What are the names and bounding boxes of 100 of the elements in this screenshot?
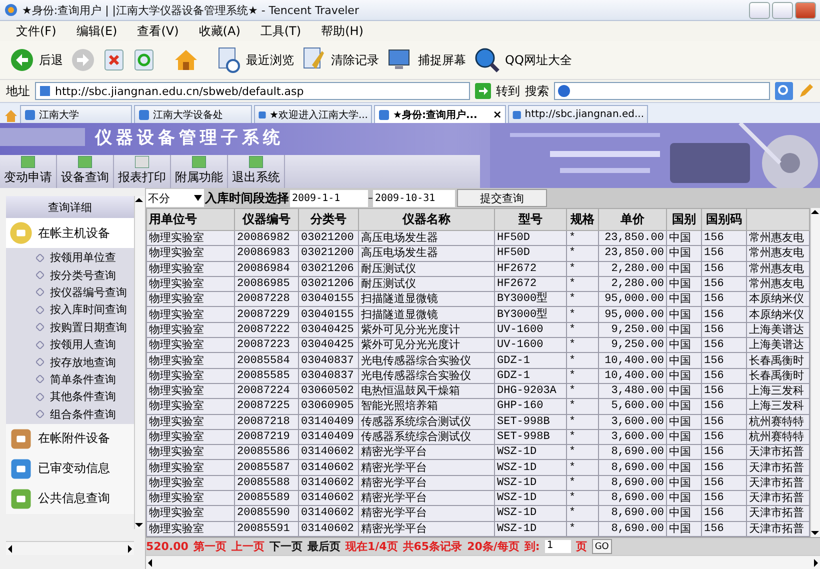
table-cell: 20087228 bbox=[234, 292, 298, 307]
home-icon[interactable] bbox=[4, 109, 18, 123]
table-cell: 物理实验室 bbox=[146, 230, 234, 246]
table-cell: 20085587 bbox=[234, 460, 298, 476]
browser-tab[interactable]: 江南大学设备处 bbox=[134, 105, 252, 123]
table-cell: 8,690.00 bbox=[598, 490, 666, 506]
address-label: 地址 bbox=[6, 82, 30, 100]
browser-tab[interactable]: ★身份:查询用户... × bbox=[374, 105, 506, 123]
browser-tab[interactable]: ★欢迎进入江南大学... bbox=[254, 105, 372, 123]
sidebar-group[interactable]: 在帐主机设备 bbox=[6, 218, 134, 248]
menu-item[interactable]: 编辑(E) bbox=[68, 22, 126, 40]
table-cell: WSZ-1D bbox=[494, 490, 566, 506]
table-cell: 9,250.00 bbox=[598, 338, 666, 353]
table-cell: 9,250.00 bbox=[598, 322, 666, 338]
sidebar-item[interactable]: 按存放地查询 bbox=[6, 353, 134, 371]
sidebar-item[interactable]: 组合条件查询 bbox=[6, 406, 134, 423]
toolbar-button[interactable]: 清除记录 bbox=[302, 47, 379, 73]
table-cell: 10,400.00 bbox=[598, 368, 666, 384]
search-icon[interactable] bbox=[775, 82, 793, 100]
table-cell: * bbox=[566, 521, 598, 536]
pager-text: 上一页 bbox=[231, 539, 264, 554]
pencil-icon[interactable] bbox=[798, 83, 814, 99]
toolbar-button[interactable] bbox=[173, 48, 199, 72]
table-cell: 天津市拓普 bbox=[746, 506, 810, 522]
sidebar-item[interactable]: 按领用人查询 bbox=[6, 336, 134, 354]
menu-item[interactable]: 帮助(H) bbox=[313, 22, 372, 40]
diamond-icon bbox=[36, 323, 44, 332]
table-cell: 杭州赛特特 bbox=[746, 429, 810, 445]
table-cell: 156 bbox=[702, 414, 746, 430]
table-cell: 03040425 bbox=[298, 322, 358, 338]
toolbar-button[interactable]: 捕捉屏幕 bbox=[387, 48, 466, 72]
vertical-scrollbar[interactable] bbox=[134, 196, 145, 529]
toolbar-button[interactable] bbox=[133, 48, 155, 72]
table-cell: * bbox=[566, 368, 598, 384]
table-cell: 8,690.00 bbox=[598, 475, 666, 491]
sidebar-item[interactable]: 按仪器编号查询 bbox=[6, 284, 134, 302]
horizontal-scrollbar[interactable] bbox=[146, 555, 820, 569]
close-button[interactable] bbox=[795, 2, 816, 18]
toolbar-button[interactable] bbox=[103, 48, 125, 72]
table-cell: * bbox=[566, 490, 598, 506]
search-engine-icon bbox=[557, 84, 571, 98]
sidebar-item[interactable]: 其他条件查询 bbox=[6, 388, 134, 406]
tab-close-button[interactable]: × bbox=[492, 108, 502, 121]
category-select[interactable]: 不分 bbox=[146, 189, 204, 207]
page-input[interactable]: 1 bbox=[544, 540, 571, 553]
toolbar-button[interactable]: QQ网址大全 bbox=[474, 47, 572, 73]
down-arrow-icon bbox=[135, 521, 143, 529]
end-date-field[interactable]: 2009-10-31 bbox=[373, 190, 455, 206]
document-icon bbox=[192, 156, 206, 168]
pager-text: 页 bbox=[576, 539, 587, 554]
menu-item[interactable]: 文件(F) bbox=[8, 22, 64, 40]
table-cell: * bbox=[566, 322, 598, 338]
address-field[interactable]: http://sbc.jiangnan.edu.cn/sbweb/default.asp bbox=[35, 82, 470, 100]
table-cell: 精密光学平台 bbox=[358, 444, 494, 460]
sidebar-item[interactable]: 按分类号查询 bbox=[6, 266, 134, 284]
table-cell: 03040155 bbox=[298, 292, 358, 307]
table-cell: 中国 bbox=[666, 521, 702, 536]
table-cell: 物理实验室 bbox=[146, 261, 234, 276]
toolbar-button[interactable]: 后退 bbox=[10, 48, 63, 72]
maximize-button[interactable] bbox=[772, 2, 793, 18]
toolbar-button[interactable]: 最近浏览 bbox=[217, 47, 294, 73]
browser-tab[interactable]: 江南大学 bbox=[20, 105, 132, 123]
menu-item[interactable]: 查看(V) bbox=[129, 22, 187, 40]
browser-tab[interactable]: http://sbc.jiangnan.ed... bbox=[508, 105, 648, 123]
table-cell: 20086985 bbox=[234, 276, 298, 292]
vertical-scrollbar[interactable] bbox=[810, 208, 820, 537]
table-cell: 精密光学平台 bbox=[358, 475, 494, 491]
pager-link[interactable]: 最后页 bbox=[307, 539, 340, 554]
sidebar-group[interactable]: 公共信息查询 bbox=[6, 484, 134, 514]
table-cell: 03021206 bbox=[298, 261, 358, 276]
document-icon bbox=[135, 156, 149, 168]
search-label: 搜索 bbox=[525, 82, 549, 100]
go-button[interactable]: GO bbox=[592, 539, 612, 554]
browser-logo-icon bbox=[4, 3, 18, 17]
submit-button[interactable]: 提交查询 bbox=[457, 189, 547, 207]
table-cell: 中国 bbox=[666, 444, 702, 460]
range-separator: – bbox=[368, 192, 373, 204]
minimize-button[interactable] bbox=[749, 2, 770, 18]
sidebar-item[interactable]: 按购置日期查询 bbox=[6, 318, 134, 336]
search-field[interactable] bbox=[554, 82, 770, 100]
sidebar-item[interactable]: 按领用单位查 bbox=[6, 249, 134, 266]
table-cell: 上海美谱达 bbox=[746, 322, 810, 338]
table-cell: 长春禹衡时 bbox=[746, 368, 810, 384]
sidebar-group[interactable]: 已审变动信息 bbox=[6, 454, 134, 484]
table-cell: 物理实验室 bbox=[146, 292, 234, 307]
sidebar-item[interactable]: 简单条件查询 bbox=[6, 370, 134, 388]
start-date-field[interactable]: 2009-1-1 bbox=[290, 190, 368, 206]
go-button[interactable]: 转到 bbox=[475, 82, 520, 100]
table-cell: * bbox=[566, 429, 598, 445]
table-cell: 03140602 bbox=[298, 506, 358, 522]
sidebar-item[interactable]: 按入库时间查询 bbox=[6, 301, 134, 319]
menu-item[interactable]: 工具(T) bbox=[252, 22, 310, 40]
table-cell: 8,690.00 bbox=[598, 521, 666, 536]
sidebar-group[interactable]: 在帐附件设备 bbox=[6, 424, 134, 454]
menu-item[interactable]: 收藏(A) bbox=[190, 22, 248, 40]
horizontal-scrollbar[interactable] bbox=[6, 541, 134, 555]
pager-link[interactable]: 下一页 bbox=[269, 539, 302, 554]
column-header: 规格 bbox=[566, 208, 598, 230]
table-cell: * bbox=[566, 444, 598, 460]
table-cell: 物理实验室 bbox=[146, 322, 234, 338]
